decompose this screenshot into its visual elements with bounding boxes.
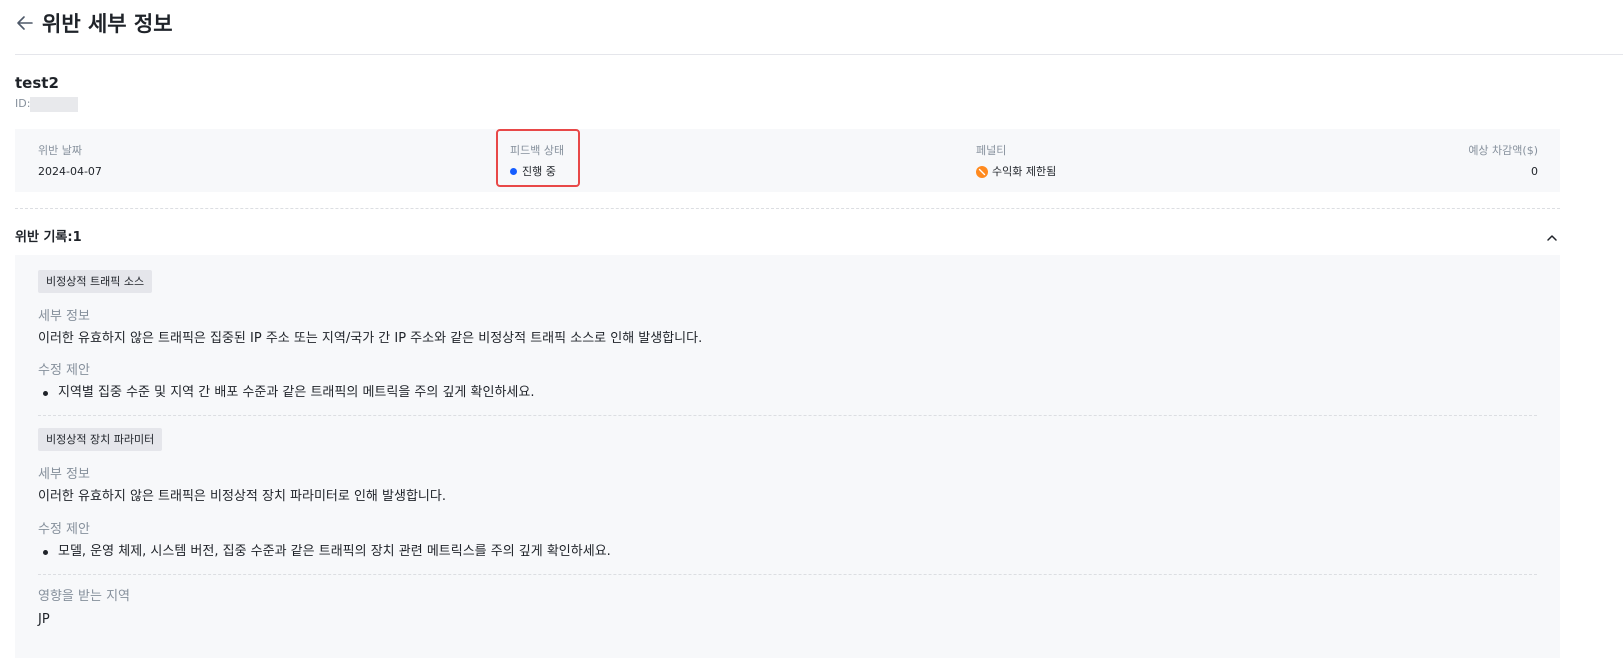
penalty-value: 수익화 제한됨: [976, 164, 1056, 179]
date-value-text: 2024-04-07: [38, 165, 102, 178]
details-text: 이러한 유효하지 않은 트래픽은 비정상적 장치 파라미터로 인해 발생합니다.: [38, 489, 446, 504]
deduction-value-text: 0: [1531, 165, 1538, 178]
app-id-redacted: [30, 97, 78, 112]
suggestion-label: 수정 제안: [38, 522, 90, 537]
deduction-label: 예상 차감액($): [1468, 144, 1538, 157]
bullet-icon: [43, 549, 48, 555]
affected-region-value: JP: [38, 612, 50, 627]
summary-date: 위반 날짜 2024-04-07: [38, 143, 102, 179]
deduction-value: 0: [1468, 164, 1538, 179]
violation-type-tag: 비정상적 장치 파라미터: [38, 428, 163, 451]
feedback-status-highlight: [496, 129, 580, 187]
page-header: 위반 세부 정보: [15, 0, 1623, 55]
summary-deduction: 예상 차감액($) 0: [1468, 143, 1538, 179]
penalty-label: 페널티: [976, 144, 1007, 157]
affected-region-label: 영향을 받는 지역: [38, 589, 130, 604]
suggestion-item: 모델, 운영 체제, 시스템 버전, 집중 수준과 같은 트래픽의 장치 관련 …: [38, 543, 611, 561]
details-label: 세부 정보: [38, 309, 90, 324]
restricted-icon: [976, 165, 988, 178]
bullet-icon: [43, 390, 48, 396]
violation-type-tag: 비정상적 트래픽 소스: [38, 270, 153, 293]
divider: [15, 208, 1560, 209]
date-value: 2024-04-07: [38, 164, 102, 179]
suggestion-item: 지역별 집중 수준 및 지역 간 배포 수준과 같은 트래픽의 메트릭을 주의 …: [38, 384, 534, 402]
record-divider: [38, 415, 1537, 416]
violation-summary: 위반 날짜 2024-04-07 피드백 상태 진행 중 페널티 수익화 제한됨…: [15, 129, 1560, 192]
back-arrow-icon[interactable]: [15, 13, 35, 33]
date-label: 위반 날짜: [38, 144, 82, 157]
violation-records-title: 위반 기록:1: [15, 230, 82, 245]
penalty-text: 수익화 제한됨: [992, 165, 1057, 178]
app-id-label: ID:: [15, 97, 31, 110]
details-label: 세부 정보: [38, 467, 90, 482]
suggestion-label: 수정 제안: [38, 363, 90, 378]
page-title: 위반 세부 정보: [42, 12, 173, 36]
summary-penalty: 페널티 수익화 제한됨: [976, 143, 1056, 179]
details-text: 이러한 유효하지 않은 트래픽은 집중된 IP 주소 또는 지역/국가 간 IP…: [38, 331, 703, 346]
suggestion-text: 모델, 운영 체제, 시스템 버전, 집중 수준과 같은 트래픽의 장치 관련 …: [58, 544, 611, 559]
chevron-up-icon[interactable]: [1545, 230, 1559, 244]
record-divider: [38, 574, 1537, 575]
suggestion-text: 지역별 집중 수준 및 지역 간 배포 수준과 같은 트래픽의 메트릭을 주의 …: [58, 385, 535, 400]
app-name: test2: [15, 74, 59, 92]
violation-records-panel: 비정상적 트래픽 소스 세부 정보 이러한 유효하지 않은 트래픽은 집중된 I…: [15, 255, 1560, 658]
